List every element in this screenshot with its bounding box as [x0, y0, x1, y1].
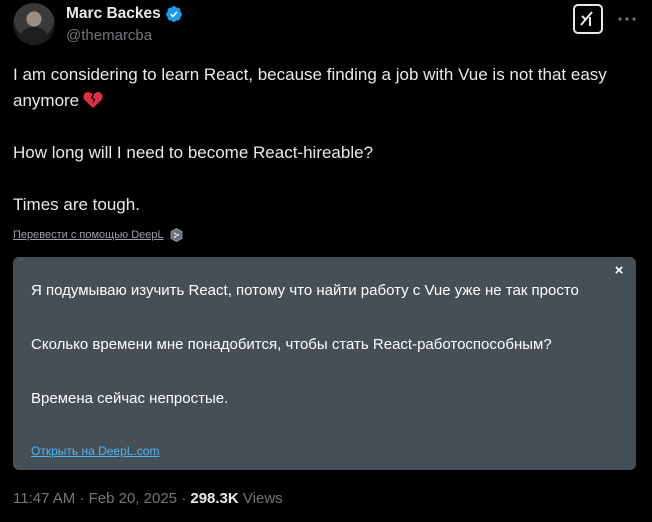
close-translation-button[interactable]: ×: [612, 263, 626, 278]
verified-badge-icon: [165, 6, 182, 23]
tweet-line-1: I am considering to learn React, because…: [13, 62, 628, 114]
tweet-time[interactable]: 11:47 AM: [13, 490, 75, 507]
avatar[interactable]: [13, 3, 55, 45]
translate-with-deepl-link[interactable]: Перевести с помощью DeepL: [13, 228, 183, 242]
tweet-line-3: Times are tough.: [13, 195, 140, 214]
translation-line-1: Я подумываю изучить React, потому что на…: [31, 282, 579, 299]
deepl-translation-panel: × Я подумываю изучить React, потому что …: [13, 257, 636, 470]
author-handle[interactable]: @themarcba: [66, 27, 152, 44]
tweet: Marc Backes @themarcba I am considering …: [0, 0, 652, 522]
views-count: 298.3K: [190, 490, 239, 507]
tweet-date[interactable]: Feb 20, 2025: [89, 490, 177, 507]
deepl-logo-icon: [170, 228, 183, 242]
grok-icon: [580, 11, 593, 26]
translation-text: Я подумываю изучить React, потому что на…: [31, 277, 606, 412]
avatar-figure: [19, 27, 49, 45]
broken-heart-emoji: [83, 91, 103, 108]
more-options-button[interactable]: [614, 6, 640, 32]
tweet-text: I am considering to learn React, because…: [13, 62, 628, 218]
tweet-meta: 11:47 AM · Feb 20, 2025 · 298.3K Views: [13, 490, 283, 507]
open-on-deepl-link[interactable]: Открыть на DeepL.com: [31, 444, 159, 458]
grok-button[interactable]: [573, 4, 603, 34]
author-name-row: Marc Backes: [66, 5, 183, 23]
translation-line-3: Времена сейчас непростые.: [31, 390, 229, 407]
meta-separator: ·: [79, 490, 85, 507]
views-label: Views: [242, 490, 283, 507]
author-display-name[interactable]: Marc Backes: [66, 5, 161, 23]
tweet-line-2: How long will I need to become React-hir…: [13, 143, 374, 162]
translation-line-2: Сколько времени мне понадобится, чтобы с…: [31, 336, 552, 353]
meta-separator-2: ·: [181, 490, 187, 507]
translate-link-label: Перевести с помощью DeepL: [13, 229, 164, 241]
more-options-icon: [618, 17, 636, 21]
